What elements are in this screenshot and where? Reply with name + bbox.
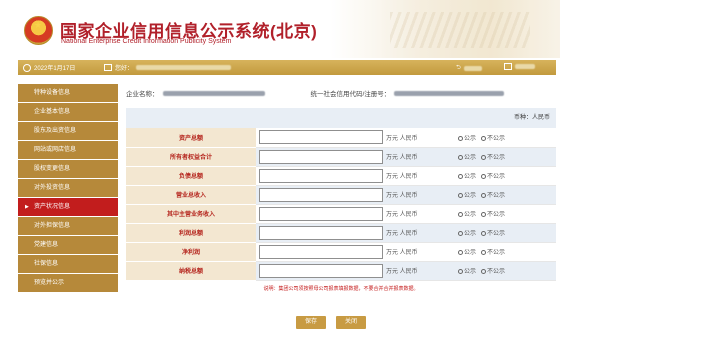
sidebar-item-investment[interactable]: 对外投资信息 [18,179,118,198]
private-radio[interactable]: 不公示 [481,231,505,237]
public-radio[interactable]: 公示 [458,174,476,180]
back-arrow-icon: ⮌ [456,65,461,71]
unit-label: 万元 人民币 [383,223,458,243]
form-actions: 保存 关闭 [296,316,366,329]
unit-label: 万元 人民币 [383,261,458,281]
total-liabilities-input[interactable] [259,168,383,183]
credit-code-redacted [394,90,505,96]
sidebar-item-basic-info[interactable]: 企业基本信息 [18,103,118,122]
public-radio[interactable]: 公示 [458,155,476,161]
logout-link[interactable] [504,63,535,70]
sidebar-item-equity-change[interactable]: 股权变更信息 [18,160,118,179]
back-home-link[interactable]: ⮌ [456,63,482,73]
table-row: 纳税总额 万元 人民币 公示 不公示 [126,261,556,281]
public-radio[interactable]: 公示 [458,250,476,256]
table-row: 其中主营业务收入 万元 人民币 公示 不公示 [126,204,556,224]
table-row: 营业总收入 万元 人民币 公示 不公示 [126,185,556,205]
national-emblem-icon: ★ [24,16,53,45]
info-bar: 2022年1月17日 您好： ⮌ [18,60,556,75]
public-radio[interactable]: 公示 [458,231,476,237]
total-profit-input[interactable] [259,225,383,240]
net-profit-input[interactable] [259,244,383,259]
table-row: 资产总额 万元 人民币 公示 不公示 [126,128,556,148]
table-row: 净利润 万元 人民币 公示 不公示 [126,242,556,262]
sidebar-item-guarantee[interactable]: 对外担保信息 [18,217,118,236]
company-info-line: 企业名称： 统一社会信用代码/注册号： [126,84,556,102]
logout-icon [504,63,512,70]
field-label: 营业总收入 [126,185,256,205]
total-assets-input[interactable] [259,130,383,145]
field-label: 利润总额 [126,223,256,243]
field-label: 所有者权益合计 [126,147,256,167]
user-card-icon [104,64,112,71]
clock-icon [23,63,31,72]
sidebar-item-assets[interactable]: 资产状况信息 [18,198,118,217]
private-radio[interactable]: 不公示 [481,250,505,256]
company-name-redacted [162,90,265,96]
sidebar-item-websites[interactable]: 网站或网店信息 [18,141,118,160]
table-row: 利润总额 万元 人民币 公示 不公示 [126,223,556,243]
close-button[interactable]: 关闭 [336,316,366,329]
public-radio[interactable]: 公示 [458,269,476,275]
unit-label: 万元 人民币 [383,242,458,262]
sidebar-item-social-security[interactable]: 社保信息 [18,255,118,274]
field-label: 净利润 [126,242,256,262]
total-tax-input[interactable] [259,263,383,278]
private-radio[interactable]: 不公示 [481,174,505,180]
private-radio[interactable]: 不公示 [481,135,505,142]
sidebar-item-party[interactable]: 党建信息 [18,236,118,255]
user-info: 您好： [104,63,232,72]
total-revenue-input[interactable] [259,187,383,202]
field-label: 负债总额 [126,166,256,186]
currency-note: 币种：人民币 [126,108,556,128]
field-label: 资产总额 [126,128,256,148]
public-radio[interactable]: 公示 [458,135,476,142]
field-label: 纳税总额 [126,261,256,281]
private-radio[interactable]: 不公示 [481,193,505,199]
system-subtitle: National Enterprise Credit Information P… [61,38,232,45]
unit-label: 万元 人民币 [383,128,458,148]
owner-equity-input[interactable] [259,149,383,164]
table-row: 负债总额 万元 人民币 公示 不公示 [126,166,556,186]
main-content: 企业名称： 统一社会信用代码/注册号： 币种：人民币 资产总额 万元 人民币 公… [126,84,556,292]
public-radio[interactable]: 公示 [458,193,476,199]
sidebar-item-preview[interactable]: 预览并公示 [18,274,118,293]
sidebar-item-shareholders[interactable]: 股东及出资信息 [18,122,118,141]
header-scenery [330,0,560,58]
sidebar-item-special-equipment[interactable]: 特种设备信息 [18,84,118,103]
unit-label: 万元 人民币 [383,166,458,186]
site-header: ★ 国家企业信用信息公示系统(北京) National Enterprise C… [0,0,702,60]
save-button[interactable]: 保存 [296,316,326,329]
field-label: 其中主营业务收入 [126,204,256,224]
private-radio[interactable]: 不公示 [481,212,505,218]
asset-form-table: 资产总额 万元 人民币 公示 不公示 所有者权益合计 万元 人民币 公示 不公示 负… [126,128,556,281]
sidebar-nav: 特种设备信息 企业基本信息 股东及出资信息 网站或网店信息 股权变更信息 对外投… [18,84,118,293]
unit-label: 万元 人民币 [383,185,458,205]
unit-label: 万元 人民币 [383,204,458,224]
private-radio[interactable]: 不公示 [481,155,505,161]
company-name-label: 企业名称： [126,91,159,98]
unit-label: 万元 人民币 [383,147,458,167]
credit-code-label: 统一社会信用代码/注册号： [310,91,391,98]
user-name-redacted [136,65,232,70]
date-display: 2022年1月17日 [23,63,75,72]
main-business-revenue-input[interactable] [259,206,383,221]
private-radio[interactable]: 不公示 [481,269,505,275]
instruction-note: 说明：集团公司须按照母公司报表填报数据，不要合并合并报表数据。 [263,285,419,292]
public-radio[interactable]: 公示 [458,212,476,218]
table-row: 所有者权益合计 万元 人民币 公示 不公示 [126,147,556,167]
